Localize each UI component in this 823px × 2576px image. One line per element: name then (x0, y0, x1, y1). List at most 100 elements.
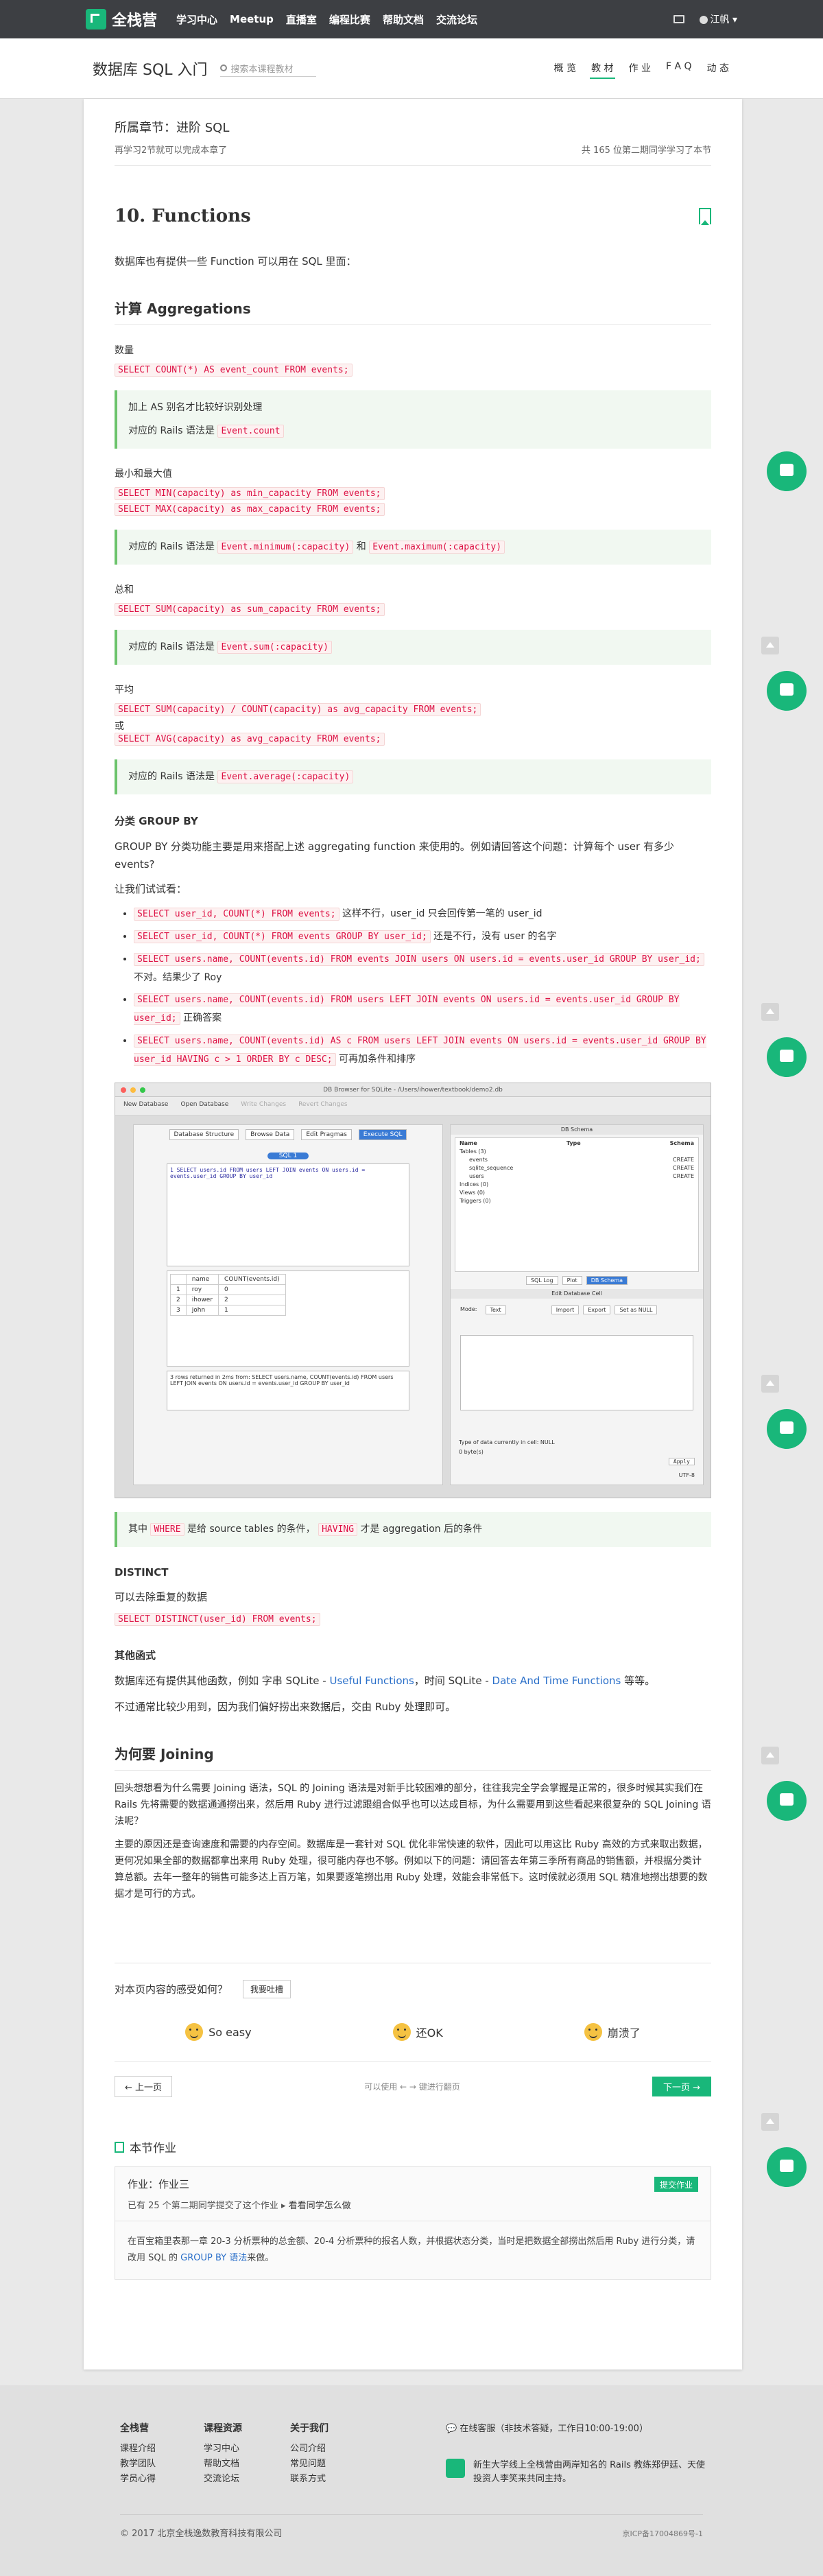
count-sql: SELECT COUNT(*) AS event_count FROM even… (115, 364, 353, 377)
nav-learning-center[interactable]: 学习中心 (176, 12, 217, 27)
count-label: 数量 (115, 345, 134, 356)
user-menu[interactable]: 江帆 ▾ (699, 12, 737, 26)
avg-sql2: SELECT AVG(capacity) as avg_capacity FRO… (115, 733, 385, 746)
submit-homework-button[interactable]: 提交作业 (654, 2177, 698, 2192)
try-text: 不对。结果少了 Roy (134, 972, 222, 983)
footer-link[interactable]: 常见问题 (290, 2457, 329, 2472)
try-text: 这样不行，user_id 只会回传第一笔的 user_id (339, 908, 542, 919)
chat-float-button[interactable] (767, 451, 807, 491)
chat-float-button[interactable] (767, 2147, 807, 2187)
feedback-button[interactable]: 我要吐槽 (243, 1980, 291, 1998)
nav-contest[interactable]: 编程比赛 (329, 12, 370, 27)
nav-meetup[interactable]: Meetup (230, 13, 274, 25)
search-icon (219, 64, 227, 71)
date-time-functions-link[interactable]: Date And Time Functions (492, 1675, 621, 1687)
footer-link[interactable]: 交流论坛 (204, 2472, 242, 2487)
tab-faq[interactable]: F A Q (665, 58, 693, 79)
schema-list: Name Type Schema Tables (3) events CREATE s… (455, 1137, 699, 1272)
schema-row-schema: CREATE (673, 1157, 694, 1163)
prev-label: 上一页 (135, 2083, 163, 2093)
tab-textbook[interactable]: 教 材 (590, 58, 615, 79)
try-text: 还是不行，没有 user 的名字 (430, 931, 557, 942)
nav-live[interactable]: 直播室 (286, 12, 317, 27)
chat-float-button[interactable] (767, 1037, 807, 1077)
tab-homework[interactable]: 作 业 (628, 58, 652, 79)
mood-label: 崩溃了 (607, 2026, 641, 2040)
try-item: SELECT users.name, COUNT(events.id) AS c… (134, 1032, 711, 1069)
schema-row: Views (0) (460, 1190, 486, 1196)
try-text: 可再加条件和排序 (335, 1054, 416, 1065)
lesson-title-text: 10. Functions (115, 206, 251, 226)
join-paragraph1: 回头想想看为什么需要 Joining 语法，SQL 的 Joining 语法是对… (115, 1783, 711, 1827)
shot-tab-browse: Browse Data (246, 1129, 295, 1140)
mood-easy[interactable]: So easy (185, 2023, 252, 2041)
shot-tab-structure: Database Structure (169, 1129, 239, 1140)
chat-float-button[interactable] (767, 1781, 807, 1821)
other-paragraph2: 不过通常比较少用到，因为我们偏好捞出来数据后，交由 Ruby 处理即可。 (115, 1701, 456, 1713)
note-sum: 对应的 Rails 语法是 Event.sum(:capacity) (115, 630, 711, 665)
group-by-link[interactable]: GROUP BY 语法 (180, 2253, 247, 2263)
footer-link[interactable]: 公司介绍 (290, 2442, 329, 2457)
icp-beian[interactable]: 京ICP备17004869号-1 (622, 2528, 703, 2539)
shot-tab-plot: Plot (562, 1276, 582, 1285)
result-header: name (185, 1274, 219, 1285)
footer-link[interactable]: 教学团队 (120, 2457, 156, 2472)
search-input[interactable]: 搜索本课程教材 (231, 62, 294, 75)
footer-link[interactable]: 课程介绍 (120, 2442, 156, 2457)
try-item: SELECT user_id, COUNT(*) FROM events GRO… (134, 927, 711, 946)
laugh-face-icon (584, 2023, 602, 2041)
note-count-code: Event.count (217, 425, 284, 438)
screenshot-toolbar: New Database Open Database Write Changes… (115, 1097, 711, 1116)
nav-forum[interactable]: 交流论坛 (436, 12, 477, 27)
screenshot-sql-pane: Database Structure Browse Data Edit Prag… (133, 1124, 443, 1485)
shot-tab-execute: Execute SQL (358, 1129, 407, 1140)
note-avg-prefix: 对应的 Rails 语法是 (128, 771, 215, 782)
try-list: SELECT user_id, COUNT(*) FROM events; 这样… (115, 905, 711, 1069)
mail-icon[interactable] (673, 15, 684, 23)
try-label: 让我们试试看： (115, 883, 187, 895)
edit-cell-title: Edit Database Cell (451, 1289, 703, 1299)
footer-link[interactable]: 学习中心 (204, 2442, 242, 2457)
next-label: 下一页 (663, 2083, 690, 2093)
mood-crash[interactable]: 崩溃了 (584, 2023, 641, 2041)
scroll-top-button[interactable] (761, 637, 779, 654)
footer-link[interactable]: 学员心得 (120, 2472, 156, 2487)
try-item: SELECT user_id, COUNT(*) FROM events; 这样… (134, 905, 711, 923)
course-search[interactable]: 搜索本课程教材 (219, 60, 316, 77)
user-name: 江帆 (710, 14, 730, 25)
scroll-top-button[interactable] (761, 1375, 779, 1393)
avg-label: 平均 (115, 685, 134, 696)
other-paragraph: 数据库还有提供其他函数，例如 字串 SQLite - Useful Functi… (115, 1672, 711, 1690)
tab-activity[interactable]: 动 态 (706, 58, 730, 79)
footer-link[interactable]: 联系方式 (290, 2472, 329, 2487)
bookmark-icon[interactable] (699, 208, 711, 225)
tab-overview[interactable]: 概 览 (553, 58, 577, 79)
schema-row: users (469, 1173, 484, 1179)
note-count: 加上 AS 别名才比较好识别处理 对应的 Rails 语法是 Event.cou… (115, 390, 711, 449)
footer-link[interactable]: 帮助文档 (204, 2457, 242, 2472)
mood-label: So easy (208, 2025, 252, 2039)
prev-page-button[interactable]: ← 上一页 (115, 2076, 173, 2097)
logo-icon (86, 9, 106, 29)
chat-float-button[interactable] (767, 671, 807, 711)
next-page-button[interactable]: 下一页 → (652, 2077, 711, 2096)
chat-float-button[interactable] (767, 1409, 807, 1449)
sum-label: 总和 (115, 584, 134, 595)
toolbar-new-db: New Database (123, 1101, 169, 1108)
support-text: 在线客服（非技术答疑，工作日10:00-19:00） (460, 2424, 648, 2434)
scroll-top-button[interactable] (761, 2113, 779, 2131)
online-support[interactable]: 💬 在线客服（非技术答疑，工作日10:00-19:00） (446, 2421, 713, 2434)
schema-row-schema: CREATE (673, 1173, 694, 1179)
mood-ok[interactable]: 还OK (392, 2023, 443, 2041)
site-logo[interactable]: 全栈营 (86, 8, 157, 30)
result-cell: 0 (218, 1284, 286, 1295)
nav-help[interactable]: 帮助文档 (383, 12, 424, 27)
see-others-link[interactable]: 看看同学怎么做 (289, 2201, 351, 2211)
db-browser-screenshot: DB Browser for SQLite - /Users/ihower/te… (115, 1083, 711, 1498)
result-cell: 3 (170, 1305, 187, 1316)
scroll-top-button[interactable] (761, 1747, 779, 1764)
scroll-top-button[interactable] (761, 1003, 779, 1021)
useful-functions-link[interactable]: Useful Functions (329, 1675, 414, 1687)
window-title-text: DB Browser for SQLite - /Users/ihower/te… (323, 1087, 503, 1094)
max-sql: SELECT MAX(capacity) as max_capacity FRO… (115, 503, 385, 516)
